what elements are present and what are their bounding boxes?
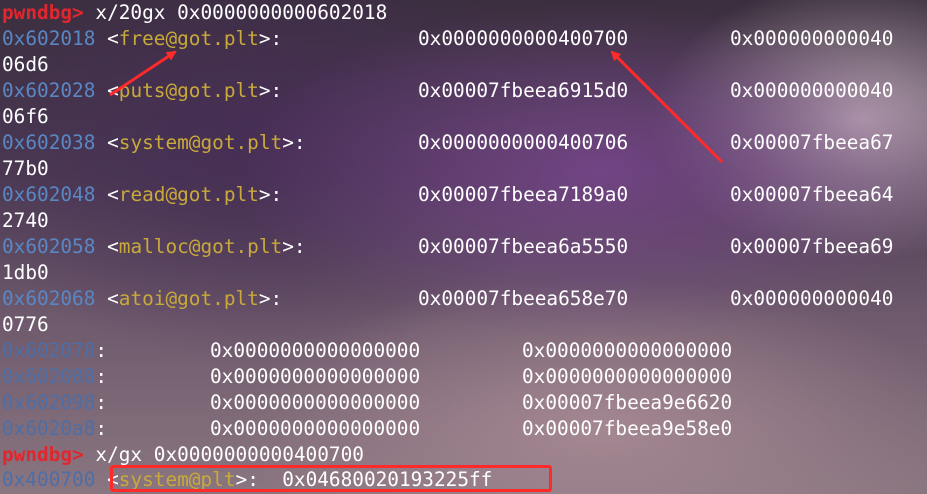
annotation-arrows (109, 50, 724, 164)
arrow-to-free-value (610, 50, 724, 164)
arrow-to-free-got (109, 50, 177, 97)
terminal-screen: pwndbg> x/20gx 0x0000000000602018 0x6020… (0, 0, 927, 494)
